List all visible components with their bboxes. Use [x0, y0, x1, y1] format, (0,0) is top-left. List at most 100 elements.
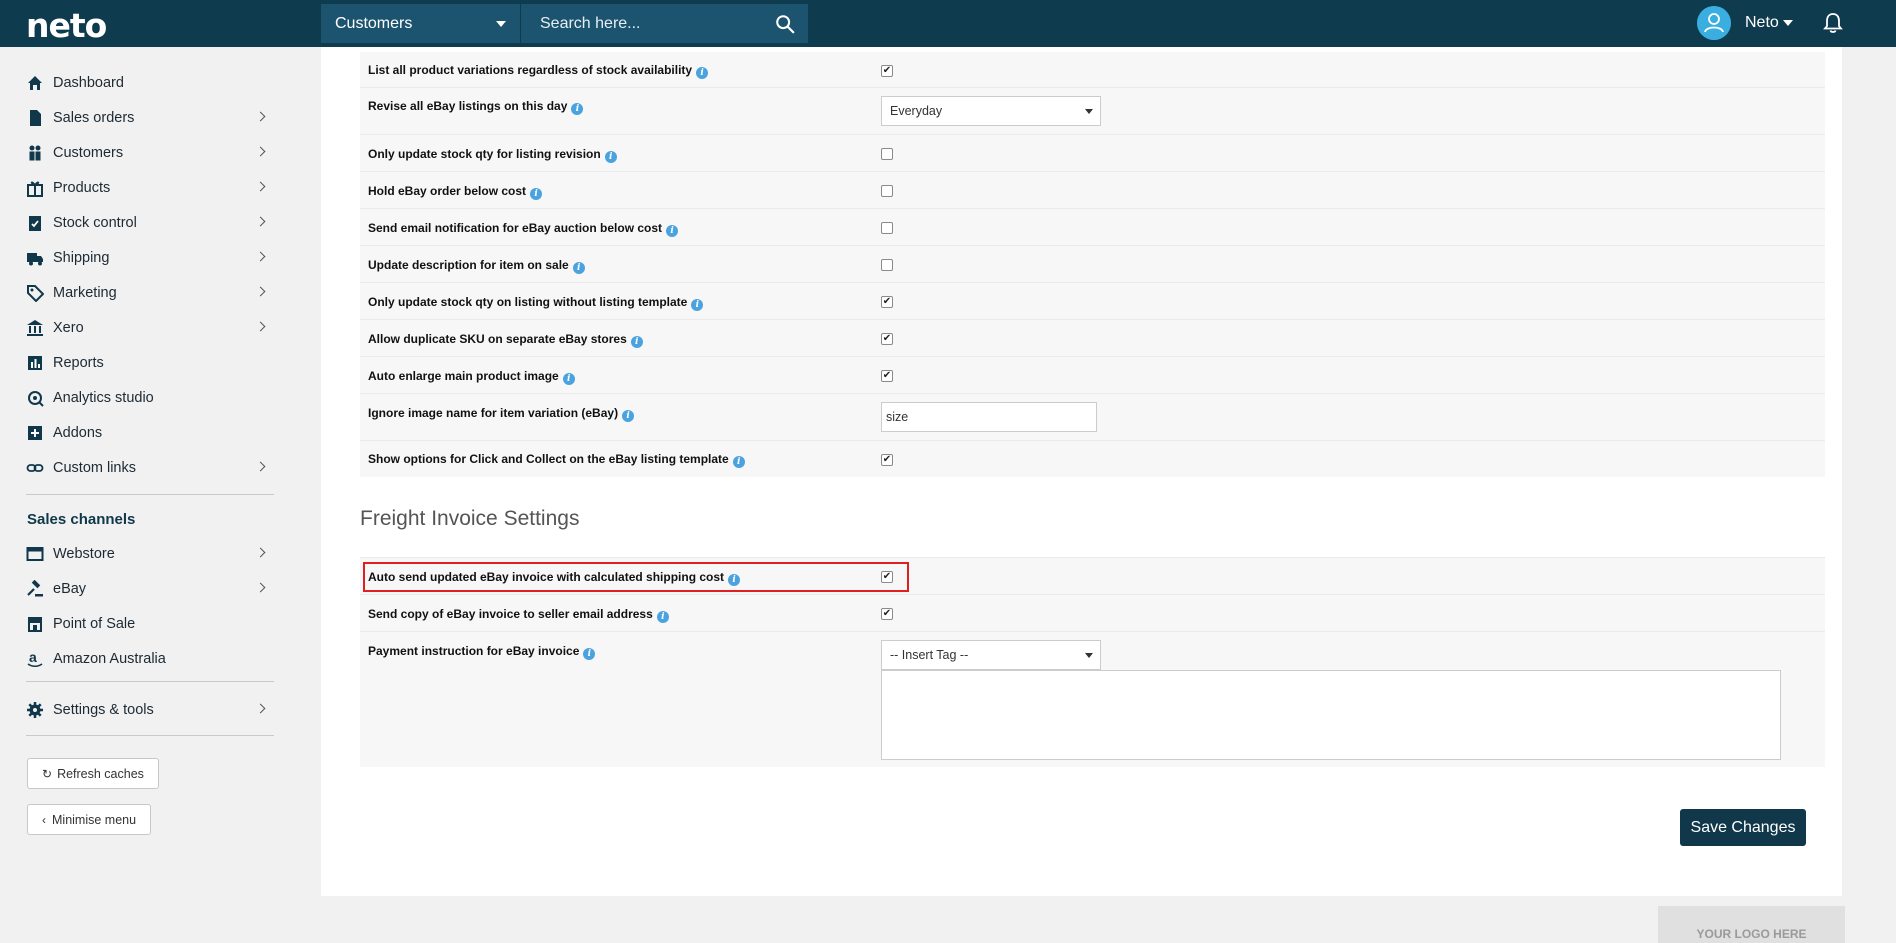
info-icon[interactable]: i: [732, 456, 745, 468]
info-icon[interactable]: i: [562, 373, 575, 385]
sidebar-item-label: Analytics studio: [53, 390, 154, 406]
setting-checkbox[interactable]: ✔: [881, 454, 893, 466]
logo-placeholder: YOUR LOGO HERE: [1658, 906, 1845, 943]
sidebar-divider: [26, 735, 274, 736]
sidebar-item-label: Point of Sale: [53, 616, 136, 632]
highlight-box: [363, 562, 909, 592]
sidebar-item-sales-orders[interactable]: Sales orders: [26, 103, 272, 133]
chevron-right-icon: [255, 181, 266, 192]
store-icon: [28, 617, 42, 632]
revise-day-select[interactable]: Everyday: [881, 96, 1101, 126]
setting-label: Only update stock qty on listing without…: [368, 295, 704, 311]
sidebar-item-label: Customers: [53, 145, 124, 161]
sidebar-divider: [26, 681, 274, 682]
sidebar-item-customers[interactable]: Customers: [26, 138, 272, 168]
setting-row: Send email notification for eBay auction…: [360, 209, 1825, 246]
setting-checkbox[interactable]: [881, 259, 893, 271]
sidebar-item-analytics-studio[interactable]: Analytics studio: [26, 383, 272, 413]
sales-channels-heading: Sales channels: [27, 511, 136, 528]
setting-checkbox[interactable]: ✔: [881, 296, 893, 308]
gift-icon: [27, 181, 43, 197]
sidebar-item-dashboard[interactable]: Dashboard: [26, 68, 272, 98]
sidebar: Dashboard Sales orders Customers Product…: [0, 47, 290, 943]
setting-checkbox[interactable]: [881, 148, 893, 160]
neto-logo[interactable]: neto: [26, 6, 107, 45]
sidebar-item-marketing[interactable]: Marketing: [26, 278, 272, 308]
setting-checkbox[interactable]: ✔: [881, 608, 893, 620]
image-name-input[interactable]: [881, 402, 1097, 432]
setting-label: Auto enlarge main product image i: [368, 369, 575, 385]
search-section-label: Customers: [335, 15, 413, 32]
info-icon[interactable]: i: [572, 262, 585, 274]
setting-checkbox[interactable]: [881, 185, 893, 197]
sidebar-item-label: Dashboard: [53, 75, 124, 91]
people-icon: [29, 145, 41, 161]
setting-checkbox[interactable]: ✔: [881, 370, 893, 382]
refresh-caches-label: Refresh caches: [57, 766, 144, 781]
sidebar-item-webstore[interactable]: Webstore: [26, 539, 272, 569]
setting-row: Show options for Click and Collect on th…: [360, 441, 1825, 477]
sidebar-item-label: eBay: [53, 581, 87, 597]
info-icon[interactable]: i: [530, 188, 543, 200]
info-icon[interactable]: i: [630, 336, 643, 348]
gear-icon: [27, 702, 43, 718]
info-icon[interactable]: i: [604, 151, 617, 163]
sidebar-item-label: Amazon Australia: [53, 651, 166, 667]
sidebar-item-label: Settings & tools: [53, 702, 154, 718]
setting-label: Hold eBay order below cost i: [368, 184, 543, 200]
chevron-left-icon: ‹: [42, 812, 46, 827]
sidebar-item-shipping[interactable]: Shipping: [26, 243, 272, 273]
info-icon[interactable]: i: [666, 225, 679, 237]
setting-checkbox[interactable]: ✔: [881, 65, 893, 77]
insert-tag-select[interactable]: -- Insert Tag --: [881, 640, 1101, 670]
sidebar-item-amazon-australia[interactable]: a Amazon Australia: [26, 644, 272, 674]
save-changes-button[interactable]: Save Changes: [1680, 809, 1806, 846]
setting-label: Only update stock qty for listing revisi…: [368, 147, 617, 163]
setting-label: Revise all eBay listings on this day i: [368, 99, 584, 115]
sidebar-item-xero[interactable]: Xero: [26, 313, 272, 343]
sidebar-item-reports[interactable]: Reports: [26, 348, 272, 378]
info-icon[interactable]: i: [656, 611, 669, 623]
info-icon[interactable]: i: [696, 67, 709, 79]
info-icon[interactable]: i: [571, 103, 584, 115]
search-icon[interactable]: [774, 13, 796, 35]
sidebar-item-products[interactable]: Products: [26, 173, 272, 203]
setting-label: Show options for Click and Collect on th…: [368, 452, 745, 468]
info-icon[interactable]: i: [622, 410, 635, 422]
minimise-menu-button[interactable]: ‹ Minimise menu: [27, 804, 152, 835]
sidebar-item-stock-control[interactable]: Stock control: [26, 208, 272, 238]
home-icon: [28, 76, 42, 90]
user-menu[interactable]: Neto: [1745, 0, 1793, 47]
payment-instruction-textarea[interactable]: [881, 670, 1781, 760]
sidebar-item-label: Products: [53, 180, 111, 196]
user-avatar-icon[interactable]: [1697, 6, 1731, 40]
sidebar-item-label: Marketing: [53, 285, 117, 301]
refresh-caches-button[interactable]: ↻ Refresh caches: [27, 758, 159, 789]
setting-row: List all product variations regardless o…: [360, 52, 1825, 88]
sidebar-item-addons[interactable]: Addons: [26, 418, 272, 448]
setting-checkbox[interactable]: ✔: [881, 333, 893, 345]
bell-icon[interactable]: [1823, 12, 1843, 34]
info-icon[interactable]: i: [691, 299, 704, 311]
chevron-right-icon: [255, 251, 266, 262]
sidebar-item-label: Xero: [53, 320, 84, 336]
sidebar-item-label: Webstore: [53, 546, 115, 562]
link-icon: [26, 464, 44, 472]
setting-row: Only update stock qty for listing revisi…: [360, 135, 1825, 172]
setting-label: Allow duplicate SKU on separate eBay sto…: [368, 332, 643, 348]
browser-icon: [26, 547, 44, 561]
sidebar-divider: [26, 494, 274, 495]
setting-label: Update description for item on sale i: [368, 258, 585, 274]
chevron-down-icon: [1782, 19, 1793, 26]
search-input[interactable]: [522, 4, 762, 43]
document-icon: [30, 110, 41, 126]
info-icon[interactable]: i: [583, 648, 596, 660]
setting-checkbox[interactable]: [881, 222, 893, 234]
setting-label: Send email notification for eBay auction…: [368, 221, 679, 237]
sidebar-item-custom-links[interactable]: Custom links: [26, 453, 272, 483]
sidebar-item-settings-tools[interactable]: Settings & tools: [26, 695, 272, 725]
sidebar-item-point-of-sale[interactable]: Point of Sale: [26, 609, 272, 639]
sidebar-item-ebay[interactable]: eBay: [26, 574, 272, 604]
select-value: Everyday: [890, 104, 943, 118]
search-section-select[interactable]: Customers: [321, 4, 521, 43]
